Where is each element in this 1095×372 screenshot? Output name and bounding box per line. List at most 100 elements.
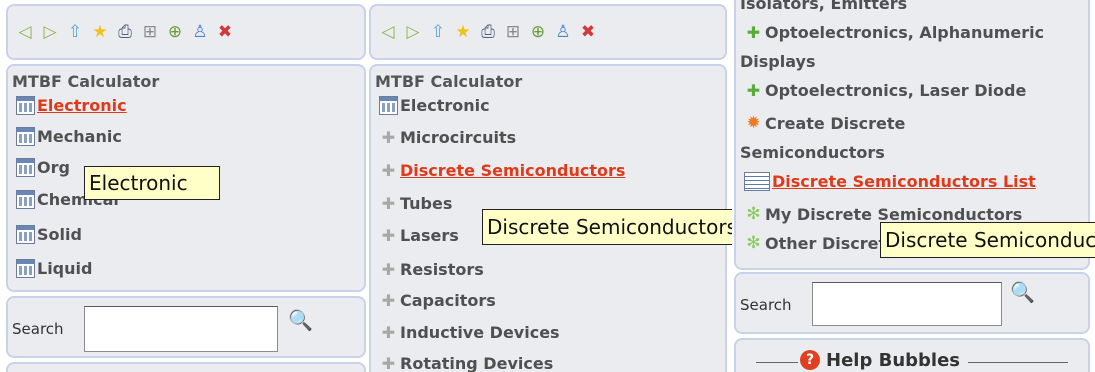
user-icon[interactable]: ♙ xyxy=(552,20,574,44)
network-icon[interactable]: ⊞ xyxy=(139,20,161,44)
help-divider-left xyxy=(756,362,798,363)
nav-item-tubes[interactable]: ✚ Tubes xyxy=(379,194,453,213)
puzzle-icon: ✚ xyxy=(381,128,396,147)
nav-item-label: Inductive Devices xyxy=(400,323,560,342)
nav-item-optoelectronics-laser-diode[interactable]: ✚ Optoelectronics, Laser Diode xyxy=(744,81,1027,100)
gear-add-icon: ✹ xyxy=(746,113,761,133)
gear-icon: ✻ xyxy=(746,204,761,224)
puzzle-icon: ✚ xyxy=(381,323,396,342)
puzzle-icon: ✚ xyxy=(381,354,396,372)
calculator-icon xyxy=(16,96,35,115)
search-panel: Search 🔍 xyxy=(6,296,366,358)
nav-item-displays: Displays xyxy=(740,52,815,71)
nav-item-lasers[interactable]: ✚ Lasers xyxy=(379,226,459,245)
nav-item-electronic[interactable]: Electronic xyxy=(16,96,127,115)
print-icon[interactable]: ⎙ xyxy=(114,20,136,44)
calculator-icon xyxy=(16,259,35,278)
nav-item-label: Optoelectronics, Alphanumeric xyxy=(765,23,1045,42)
nav-item-label: Tubes xyxy=(400,194,453,213)
nav-item-microcircuits[interactable]: ✚ Microcircuits xyxy=(379,128,516,147)
nav-item-label: Org xyxy=(37,158,70,177)
search-input[interactable] xyxy=(84,306,278,352)
nav-item-label: Microcircuits xyxy=(400,128,517,147)
help-panel: ? Help Bubbles xyxy=(734,338,1090,372)
nav-item-label: Lasers xyxy=(400,226,459,245)
nav-item-isolators-emitters: Isolators, Emitters xyxy=(740,0,907,13)
toolbar: ◁ ▷ ⇧ ★ ⎙ ⊞ ⊕ ♙ ✖ xyxy=(369,4,727,60)
print-icon[interactable]: ⎙ xyxy=(477,20,499,44)
favorite-star-icon[interactable]: ★ xyxy=(452,20,474,44)
search-label: Search xyxy=(12,320,64,338)
nav-item-resistors[interactable]: ✚ Resistors xyxy=(379,260,484,279)
panel-title: MTBF Calculator xyxy=(12,72,160,91)
gear-icon: ✻ xyxy=(746,233,761,253)
calculator-icon xyxy=(16,127,35,146)
network-add-icon[interactable]: ⊕ xyxy=(527,20,549,44)
nav-item-label: Displays xyxy=(740,52,816,71)
nav-item-label: Solid xyxy=(37,225,82,244)
nav-item-discrete-semiconductors[interactable]: ✚ Discrete Semiconductors xyxy=(379,161,626,180)
nav-item-label[interactable]: Discrete Semiconductors xyxy=(400,161,625,180)
help-title: Help Bubbles xyxy=(826,350,960,371)
nav-item-label: Electronic xyxy=(400,96,490,115)
forward-arrow-icon[interactable]: ▷ xyxy=(402,20,424,44)
puzzle-icon: ✚ xyxy=(381,161,396,180)
search-icon[interactable]: 🔍 xyxy=(288,308,313,332)
lower-panel xyxy=(6,362,366,372)
nav-item-solid[interactable]: Solid xyxy=(16,225,82,244)
nav-item-create-discrete[interactable]: ✹ Create Discrete xyxy=(744,113,905,134)
network-add-icon[interactable]: ⊕ xyxy=(164,20,186,44)
list-icon xyxy=(744,172,770,191)
calculator-icon xyxy=(16,158,35,177)
tooltip: Discrete Semiconductors xyxy=(482,209,732,245)
user-icon[interactable]: ♙ xyxy=(189,20,211,44)
nav-item-optoelectronics-alphanumeric[interactable]: ✚ Optoelectronics, Alphanumeric xyxy=(744,23,1044,42)
panel-2: ◁ ▷ ⇧ ★ ⎙ ⊞ ⊕ ♙ ✖ MTBF Calculator Electr… xyxy=(367,0,732,372)
puzzle-icon: ✚ xyxy=(746,23,761,42)
puzzle-icon: ✚ xyxy=(381,291,396,310)
nav-item-label[interactable]: Discrete Semiconductors List xyxy=(772,172,1036,191)
close-icon[interactable]: ✖ xyxy=(214,20,236,44)
calculator-icon xyxy=(379,96,398,115)
close-icon[interactable]: ✖ xyxy=(577,20,599,44)
puzzle-icon: ✚ xyxy=(381,194,396,213)
calculator-icon xyxy=(16,225,35,244)
puzzle-icon: ✚ xyxy=(381,226,396,245)
nav-item-organic[interactable]: Org xyxy=(16,158,70,177)
nav-item-discrete-semiconductors-list[interactable]: Discrete Semiconductors List xyxy=(744,172,1036,191)
nav-item-mechanic[interactable]: Mechanic xyxy=(16,127,122,146)
home-up-icon[interactable]: ⇧ xyxy=(427,20,449,44)
nav-item-label: Rotating Devices xyxy=(400,354,554,372)
home-up-icon[interactable]: ⇧ xyxy=(64,20,86,44)
nav-item-electronic[interactable]: Electronic xyxy=(379,96,490,115)
nav-item-rotating-devices[interactable]: ✚ Rotating Devices xyxy=(379,354,553,372)
calculator-icon xyxy=(16,190,35,209)
nav-item-label: Resistors xyxy=(400,260,484,279)
nav-item-label[interactable]: Electronic xyxy=(37,96,127,115)
nav-item-inductive-devices[interactable]: ✚ Inductive Devices xyxy=(379,323,560,342)
forward-arrow-icon[interactable]: ▷ xyxy=(39,20,61,44)
search-panel: Search 🔍 xyxy=(734,272,1090,334)
nav-item-label: Isolators, Emitters xyxy=(740,0,908,13)
nav-item-capacitors[interactable]: ✚ Capacitors xyxy=(379,291,496,310)
nav-item-liquid[interactable]: Liquid xyxy=(16,259,92,278)
tooltip: Electronic xyxy=(84,166,220,200)
help-icon[interactable]: ? xyxy=(800,350,820,370)
toolbar: ◁ ▷ ⇧ ★ ⎙ ⊞ ⊕ ♙ ✖ xyxy=(6,4,366,60)
search-icon[interactable]: 🔍 xyxy=(1010,280,1035,304)
help-divider-right xyxy=(968,362,1068,363)
panel-1: ◁ ▷ ⇧ ★ ⎙ ⊞ ⊕ ♙ ✖ MTBF Calculator Electr… xyxy=(0,0,367,372)
favorite-star-icon[interactable]: ★ xyxy=(89,20,111,44)
back-arrow-icon[interactable]: ◁ xyxy=(14,20,36,44)
puzzle-icon: ✚ xyxy=(381,260,396,279)
nav-item-label: Mechanic xyxy=(37,127,122,146)
nav-item-label: Semiconductors xyxy=(740,143,885,162)
nav-item-label: Liquid xyxy=(37,259,93,278)
network-icon[interactable]: ⊞ xyxy=(502,20,524,44)
nav-item-label: Capacitors xyxy=(400,291,496,310)
back-arrow-icon[interactable]: ◁ xyxy=(377,20,399,44)
tooltip: Discrete Semiconductors xyxy=(880,222,1095,258)
search-label: Search xyxy=(740,296,792,314)
search-input[interactable] xyxy=(812,282,1002,326)
panel-3: Isolators, Emitters ✚ Optoelectronics, A… xyxy=(732,0,1095,372)
